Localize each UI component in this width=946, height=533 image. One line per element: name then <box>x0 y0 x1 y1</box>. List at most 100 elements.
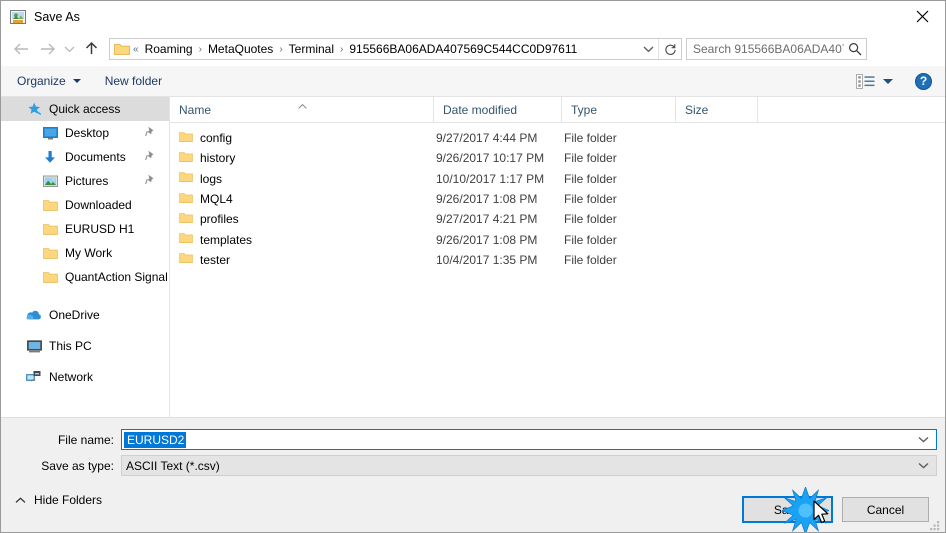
folder-icon <box>179 232 193 247</box>
address-dropdown-button[interactable] <box>638 39 658 59</box>
column-header-label: Name <box>179 102 212 117</box>
file-name: config <box>200 131 233 146</box>
file-name-cell: MQL4 <box>170 192 434 207</box>
file-name: templates <box>200 232 253 247</box>
file-date: 9/27/2017 4:44 PM <box>436 131 538 146</box>
column-header-label: Type <box>571 102 598 117</box>
table-row[interactable]: config 9/27/2017 4:44 PM File folder <box>170 128 945 148</box>
save-label: Save <box>773 502 802 517</box>
title-bar: Save As <box>1 1 945 32</box>
sidebar-item-downloaded[interactable]: Downloaded <box>1 193 169 217</box>
chevron-down-icon <box>643 46 653 53</box>
hide-folders-button[interactable]: Hide Folders <box>15 493 102 507</box>
filetype-label: Save as type: <box>41 458 114 473</box>
organize-button[interactable]: Organize <box>9 70 89 92</box>
refresh-button[interactable] <box>658 39 681 59</box>
resize-grip-icon[interactable] <box>928 518 941 531</box>
sidebar-item-pictures[interactable]: Pictures <box>1 169 169 193</box>
pin-icon[interactable] <box>145 174 155 188</box>
address-bar[interactable]: « Roaming › MetaQuotes › Terminal › 9155… <box>109 38 682 60</box>
filetype-select[interactable]: ASCII Text (*.csv) <box>121 455 937 476</box>
breadcrumb: « Roaming › MetaQuotes › Terminal › 9155… <box>130 42 638 56</box>
folder-icon <box>179 131 193 146</box>
cancel-button[interactable]: Cancel <box>842 497 929 522</box>
breadcrumb-item-terminal-id[interactable]: 915566BA06ADA407569C544CC0D97611 <box>344 42 582 56</box>
table-row[interactable]: history 9/26/2017 10:17 PM File folder <box>170 148 945 168</box>
sidebar-item-my-work[interactable]: My Work <box>1 241 169 265</box>
sidebar-item-eurusd-h1[interactable]: EURUSD H1 <box>1 217 169 241</box>
command-toolbar: Organize New folder ? <box>1 66 945 97</box>
file-name-cell: profiles <box>170 212 434 227</box>
folder-icon <box>114 42 130 56</box>
table-row[interactable]: logs 10/10/2017 1:17 PM File folder <box>170 169 945 189</box>
view-list-icon[interactable] <box>853 70 877 92</box>
pin-icon[interactable] <box>145 150 155 164</box>
file-type: File folder <box>564 151 617 166</box>
sidebar-item-network[interactable]: Network <box>1 365 169 389</box>
recent-locations-button[interactable] <box>60 36 78 62</box>
table-row[interactable]: MQL4 9/26/2017 1:08 PM File folder <box>170 189 945 209</box>
chevron-down-icon[interactable] <box>918 430 929 449</box>
breadcrumb-overflow[interactable]: « <box>132 44 140 55</box>
breadcrumb-item-terminal[interactable]: Terminal <box>284 42 339 56</box>
close-icon <box>916 10 928 22</box>
navigation-pane: Quick access Desktop Documents Pictures … <box>1 97 170 417</box>
chevron-down-icon <box>72 79 81 83</box>
folder-icon <box>41 245 59 261</box>
sidebar-item-label: This PC <box>49 339 92 353</box>
sidebar-item-this-pc[interactable]: This PC <box>1 334 169 358</box>
up-button[interactable] <box>78 36 104 62</box>
chevron-down-icon[interactable] <box>918 456 929 475</box>
search-input[interactable]: Search 915566BA06ADA40756... <box>687 42 844 56</box>
sidebar-item-desktop[interactable]: Desktop <box>1 121 169 145</box>
folder-icon <box>179 252 193 267</box>
folder-icon <box>179 192 193 207</box>
file-date: 10/4/2017 1:35 PM <box>436 252 538 267</box>
help-label: ? <box>919 74 928 88</box>
filetype-value: ASCII Text (*.csv) <box>126 458 220 473</box>
sidebar-item-label: Documents <box>65 150 126 164</box>
file-type: File folder <box>564 212 617 227</box>
star-pin-icon <box>25 101 43 117</box>
breadcrumb-item-roaming[interactable]: Roaming <box>140 42 198 56</box>
file-type: File folder <box>564 192 617 207</box>
sidebar-item-label: QuantAction Signal <box>65 270 168 284</box>
column-header-name[interactable]: Name <box>170 97 434 122</box>
window-title: Save As <box>34 9 80 24</box>
file-name-cell: history <box>170 151 434 166</box>
file-type: File folder <box>564 131 617 146</box>
sidebar-item-label: Downloaded <box>65 198 132 212</box>
save-button[interactable]: Save <box>742 496 833 523</box>
column-header-type[interactable]: Type <box>562 97 676 122</box>
close-button[interactable] <box>899 1 945 31</box>
file-name-cell: tester <box>170 252 434 267</box>
table-row[interactable]: tester 10/4/2017 1:35 PM File folder <box>170 250 945 270</box>
navigation-bar: « Roaming › MetaQuotes › Terminal › 9155… <box>1 32 945 66</box>
file-type: File folder <box>564 232 617 247</box>
forward-button[interactable] <box>34 36 60 62</box>
column-headers: Name Date modified Type Size <box>170 97 945 123</box>
table-row[interactable]: profiles 9/27/2017 4:21 PM File folder <box>170 209 945 229</box>
column-header-size[interactable]: Size <box>676 97 758 122</box>
dialog-footer: Hide Folders Save Cancel <box>1 484 945 532</box>
sidebar-item-label: My Work <box>65 246 113 260</box>
filename-input[interactable]: EURUSD2 <box>121 429 937 450</box>
view-options-chevron-down-icon[interactable] <box>883 78 893 84</box>
breadcrumb-item-metaquotes[interactable]: MetaQuotes <box>203 42 278 56</box>
sidebar-item-quantaction-signal[interactable]: QuantAction Signal <box>1 265 169 289</box>
sidebar-item-quick-access[interactable]: Quick access <box>1 97 169 121</box>
sidebar-item-documents[interactable]: Documents <box>1 145 169 169</box>
table-row[interactable]: templates 9/26/2017 1:08 PM File folder <box>170 229 945 249</box>
sidebar-item-onedrive[interactable]: OneDrive <box>1 303 169 327</box>
onedrive-cloud-icon <box>25 307 43 323</box>
toolbar-right-group: ? <box>853 70 945 92</box>
pin-icon[interactable] <box>145 126 155 140</box>
new-folder-button[interactable]: New folder <box>97 70 170 92</box>
back-button[interactable] <box>8 36 34 62</box>
search-box[interactable]: Search 915566BA06ADA40756... <box>686 38 867 60</box>
column-header-date-modified[interactable]: Date modified <box>434 97 562 122</box>
search-icon[interactable] <box>844 42 866 56</box>
up-arrow-icon <box>85 41 97 54</box>
cancel-label: Cancel <box>866 502 905 517</box>
help-icon[interactable]: ? <box>915 72 932 90</box>
